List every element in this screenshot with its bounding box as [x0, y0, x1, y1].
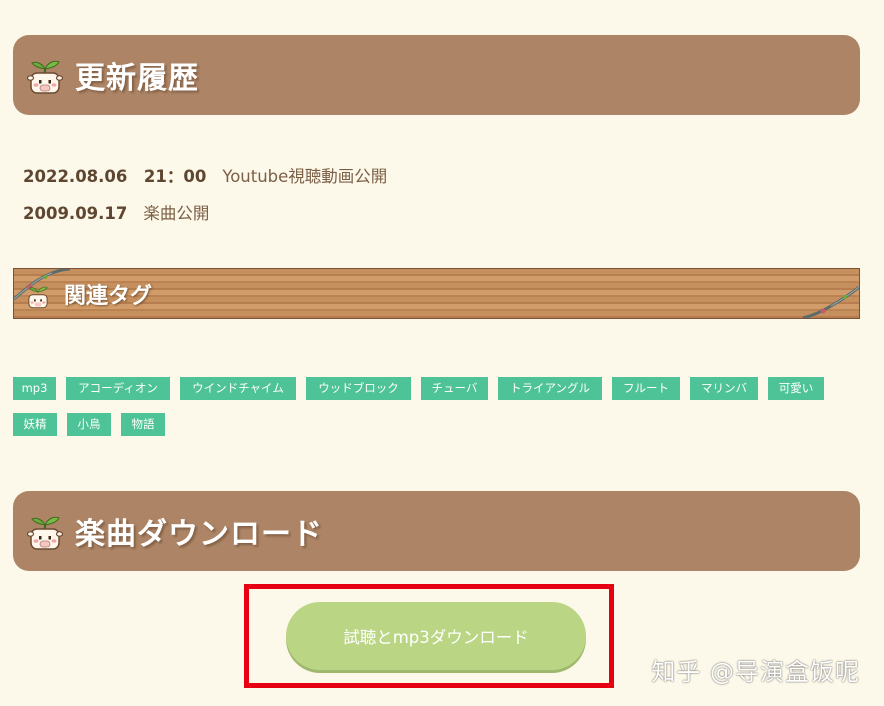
sprout-cow-icon — [27, 516, 63, 550]
vine-decoration-icon — [802, 285, 859, 318]
tag-little-bird[interactable]: 小鳥 — [67, 413, 111, 436]
zhihu-watermark: 知乎 @导演盒饭呢 — [651, 658, 860, 686]
section-header-tags: 関連タグ — [13, 268, 860, 319]
tag-accordion[interactable]: アコーディオン — [66, 377, 170, 400]
section-header-download: 楽曲ダウンロード — [13, 491, 860, 571]
history-entry: 2009.09.17 楽曲公開 — [23, 200, 209, 224]
tag-marimba[interactable]: マリンバ — [690, 377, 758, 400]
download-title: 楽曲ダウンロード — [75, 517, 323, 552]
tag-wood-block[interactable]: ウッドブロック — [306, 377, 411, 400]
sprout-cow-icon — [27, 60, 63, 94]
history-entry: 2022.08.06 21：00 Youtube視聴動画公開 — [23, 163, 387, 187]
tag-flute[interactable]: フルート — [612, 377, 680, 400]
history-date: 2009.09.17 — [23, 204, 128, 223]
tag-story[interactable]: 物語 — [121, 413, 165, 436]
tag-cute[interactable]: 可愛い — [768, 377, 824, 400]
history-title: 更新履歴 — [75, 61, 199, 96]
section-header-history: 更新履歴 — [13, 35, 860, 115]
history-text: 楽曲公開 — [143, 204, 210, 223]
tag-mp3[interactable]: mp3 — [13, 377, 56, 400]
tags-title: 関連タグ — [64, 284, 153, 309]
sprout-cow-icon — [28, 286, 48, 309]
tag-fairy[interactable]: 妖精 — [13, 413, 57, 436]
tag-wind-chime[interactable]: ウインドチャイム — [180, 377, 296, 400]
preview-download-button[interactable]: 試聴とmp3ダウンロード — [286, 602, 586, 670]
tag-triangle[interactable]: トライアングル — [498, 377, 602, 400]
history-text: Youtube視聴動画公開 — [222, 167, 388, 186]
tag-tuba[interactable]: チューバ — [421, 377, 488, 400]
history-date: 2022.08.06 21：00 — [23, 167, 207, 186]
